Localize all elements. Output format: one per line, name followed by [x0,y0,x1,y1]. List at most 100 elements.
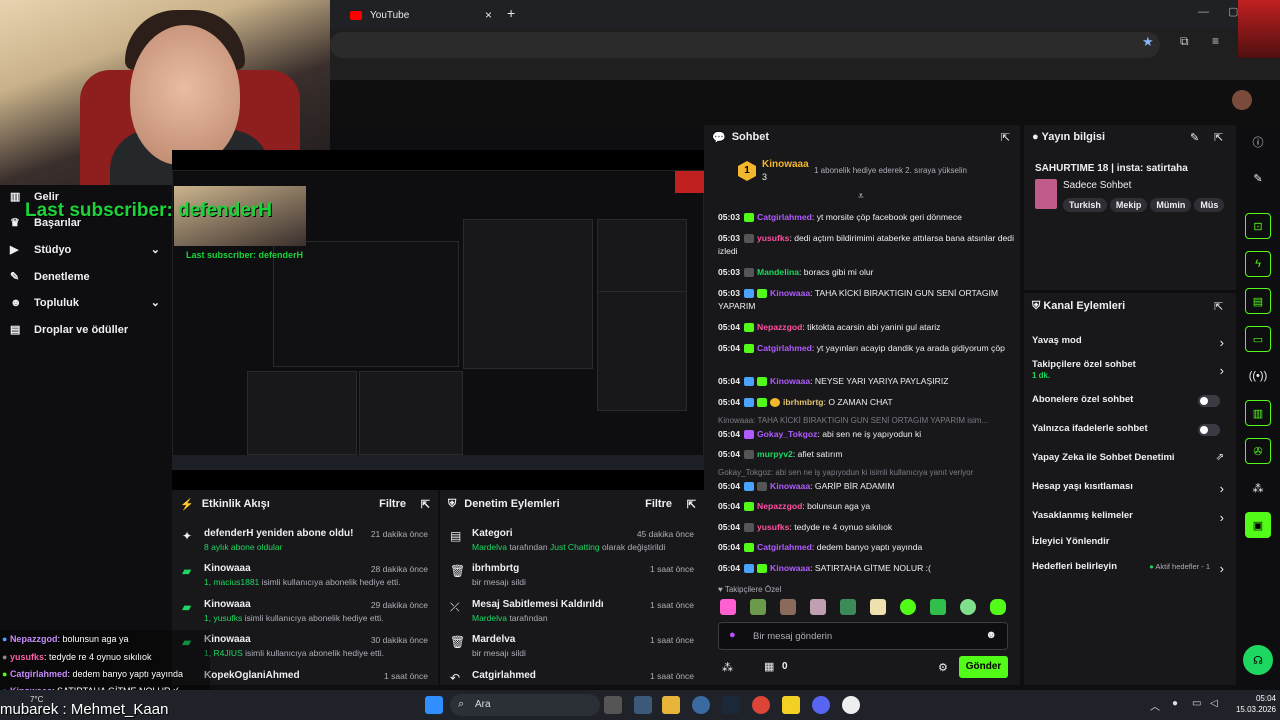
settings-icon[interactable]: ⚙ [938,661,948,674]
list-item[interactable]: ▰ Kinowaaa 29 dakika önce 1, yusufks isi… [172,597,438,633]
task-view-icon[interactable] [604,696,622,714]
layout-icon[interactable]: ▥ [1245,400,1271,426]
sidebar-item-topluluk[interactable]: ☻ Topluluk ⌄ [10,296,160,310]
broadcast-icon[interactable]: ((•)) [1245,363,1271,389]
emote[interactable] [900,599,916,615]
sticky-notes-icon[interactable] [782,696,800,714]
emoji-icon[interactable]: ☻ [985,629,997,641]
chat-message[interactable]: 05:04 Catgirlahmed: dedem banyo yaptı yay… [718,541,1016,554]
setting-ai-moderation[interactable]: Yapay Zeka ile Sohbet Denetimi ⇗ [1032,452,1228,474]
emote[interactable] [870,599,886,615]
lightning-icon[interactable]: ϟ [1245,251,1271,277]
list-item[interactable]: 🗑 ibrhmbrtg 1 saat önce bir mesajı sildi [440,561,704,597]
new-tab-button[interactable]: + [507,5,515,21]
emote[interactable] [720,599,736,615]
list-item[interactable]: ⤫ Mesaj Sabitlemesi Kaldırıldı 1 saat ön… [440,597,704,633]
list-item[interactable]: KopekOglaniAhmed 1 saat önce [172,668,438,685]
edit-icon[interactable]: ✎ [1190,131,1199,144]
list-item[interactable]: ▰ Kinowaaa 28 dakika önce 1, macius1881 … [172,561,438,597]
setting-followers-only[interactable]: Takipçilere özel sohbet 1 dk. › [1032,359,1228,381]
filter-button[interactable]: Filtre [379,498,406,510]
chat-message[interactable]: 05:04 Kinowaaa: NEYSE YARI YARIYA PAYLAŞI… [718,375,1016,388]
popout-icon[interactable]: ⇱ [1214,300,1223,313]
chrome-icon[interactable] [752,696,770,714]
pinned-leaderboard[interactable]: 1 Kinowaaa 3 1 abonelik hediye ederek 2.… [704,153,1020,189]
setting-emote-only[interactable]: Yalnızca ifadelerle sohbet [1032,423,1228,445]
close-tab-button[interactable]: × [485,8,492,22]
chat-message[interactable]: 05:03 Catgirlahmed: yt morsite çöp facebo… [718,211,1016,224]
popout-icon[interactable]: ⇱ [1001,131,1010,144]
collapse-icon[interactable]: ⩡ [858,191,864,202]
popout-icon[interactable]: ⇱ [421,498,430,511]
setting-account-age[interactable]: Hesap yaşı kısıtlaması › [1032,481,1228,503]
windows-start-icon[interactable] [425,696,443,714]
chat-message[interactable]: 05:04 yusufks: tedyde re 4 oynuo sıkılıok [718,521,1016,534]
store-icon[interactable]: ▦ [764,660,774,673]
chat-message[interactable]: 05:04 Gokay_Tokgoz: abi sen ne iş yapıyod… [718,428,1016,441]
minimize-button[interactable]: — [1198,6,1209,18]
toggle-switch[interactable] [1198,424,1220,436]
discord-icon[interactable] [812,696,830,714]
emote[interactable] [840,599,856,615]
star-icon[interactable]: ★ [1142,34,1154,50]
setting-subscribers-only[interactable]: Abonelere özel sohbet [1032,394,1228,416]
menu-icon[interactable]: ≡ [1212,34,1219,48]
display-tray-icon[interactable]: ▭ [1192,698,1201,709]
sidebar-item-studyo[interactable]: ▶ Stüdyo ⌄ [10,243,160,257]
volume-icon[interactable]: ◁ [1210,698,1218,709]
toggle-switch[interactable] [1198,395,1220,407]
microphone-icon[interactable]: ● [729,629,736,641]
list-item[interactable]: ▰ Kinowaaa 30 dakika önce 1, R4JIUS isim… [172,632,438,668]
category-name[interactable]: Sadece Sohbet [1063,180,1131,191]
points-icon[interactable]: ⁂ [1245,475,1271,501]
filter-button[interactable]: Filtre [645,498,672,510]
setting-slow-mode[interactable]: Yavaş mod › [1032,335,1228,357]
setting-raid[interactable]: İzleyici Yönlendir [1032,536,1228,558]
game-icon[interactable]: ▣ [1245,512,1271,538]
tab-youtube[interactable]: YouTube × [340,3,500,27]
tag[interactable]: Müs [1194,198,1225,212]
clip-icon[interactable]: ⊡ [1245,213,1271,239]
popout-icon[interactable]: ⇱ [687,498,696,511]
tray-chevron-icon[interactable]: ︿ [1150,698,1160,713]
wrench-icon[interactable]: ✇ [1245,438,1271,464]
address-bar[interactable] [330,32,1160,58]
chat-message[interactable]: 05:04 Kinowaaa: GARİP BİR ADAMIM [718,480,1016,493]
chat-message[interactable]: 05:04 Catgirlahmed: yt yayınları acayip d… [718,342,1016,355]
chat-message[interactable]: 05:03 Kinowaaa: TAHA KİCKİ BIRAKTIGIN GUN… [718,287,1016,313]
taskbar-search[interactable]: ⌕ Ara [450,694,600,716]
emote[interactable] [780,599,796,615]
tag[interactable]: Mekip [1109,198,1148,212]
setting-banned-words[interactable]: Yasaklanmış kelimeler › [1032,510,1228,532]
steam-icon[interactable] [722,696,740,714]
emote[interactable] [960,599,976,615]
document-icon[interactable]: ▤ [1245,288,1271,314]
chat-message[interactable]: 05:03 yusufks: dedi açtım bildirimimi ata… [718,232,1016,258]
help-icon[interactable]: ☊ [1243,645,1273,675]
maximize-button[interactable]: ▢ [1228,5,1238,18]
chat-message[interactable]: 05:04 Nepazzgod: bolunsun aga ya [718,500,1016,513]
sidebar-item-droplar[interactable]: ▤ Droplar ve ödüller [10,323,128,337]
popout-icon[interactable]: ⇱ [1214,131,1223,144]
emote[interactable] [750,599,766,615]
edit-icon[interactable]: ✎ [1245,165,1271,191]
list-item[interactable]: ↶ Catgirlahmed 1 saat önce [440,668,704,685]
info-icon[interactable]: ⓘ [1245,129,1271,155]
obs-icon[interactable] [842,696,860,714]
list-item[interactable]: 🗑 Mardelva 1 saat önce bir mesajı sildi [440,632,704,668]
microphone-tray-icon[interactable]: ● [1172,698,1178,709]
extensions-icon[interactable]: ⧉ [1180,34,1189,49]
folder-icon[interactable] [662,696,680,714]
setting-goals[interactable]: Hedefleri belirleyin ● Aktif hedefler - 1… [1032,561,1228,583]
avatar[interactable] [1232,90,1252,110]
points-icon[interactable]: ⁂ [722,661,733,674]
chat-bubble-icon[interactable]: ▭ [1245,326,1271,352]
chat-message[interactable]: 05:04 murpyv2: afiet satırım [718,448,1016,461]
app-icon[interactable] [692,696,710,714]
send-button[interactable]: Gönder [959,656,1008,678]
chat-message[interactable]: 05:03 Mandelina: boracs gibi mi olur [718,266,1016,279]
tag[interactable]: Mümin [1150,198,1192,212]
chat-message[interactable]: 05:04 Kinowaaa: SATIRTAHA GİTME NOLUR :( [718,562,1016,575]
clock[interactable]: 05:04 15.03.2026 [1226,693,1276,715]
chat-input[interactable]: ● Bir mesaj gönderin ☻ [718,622,1008,650]
